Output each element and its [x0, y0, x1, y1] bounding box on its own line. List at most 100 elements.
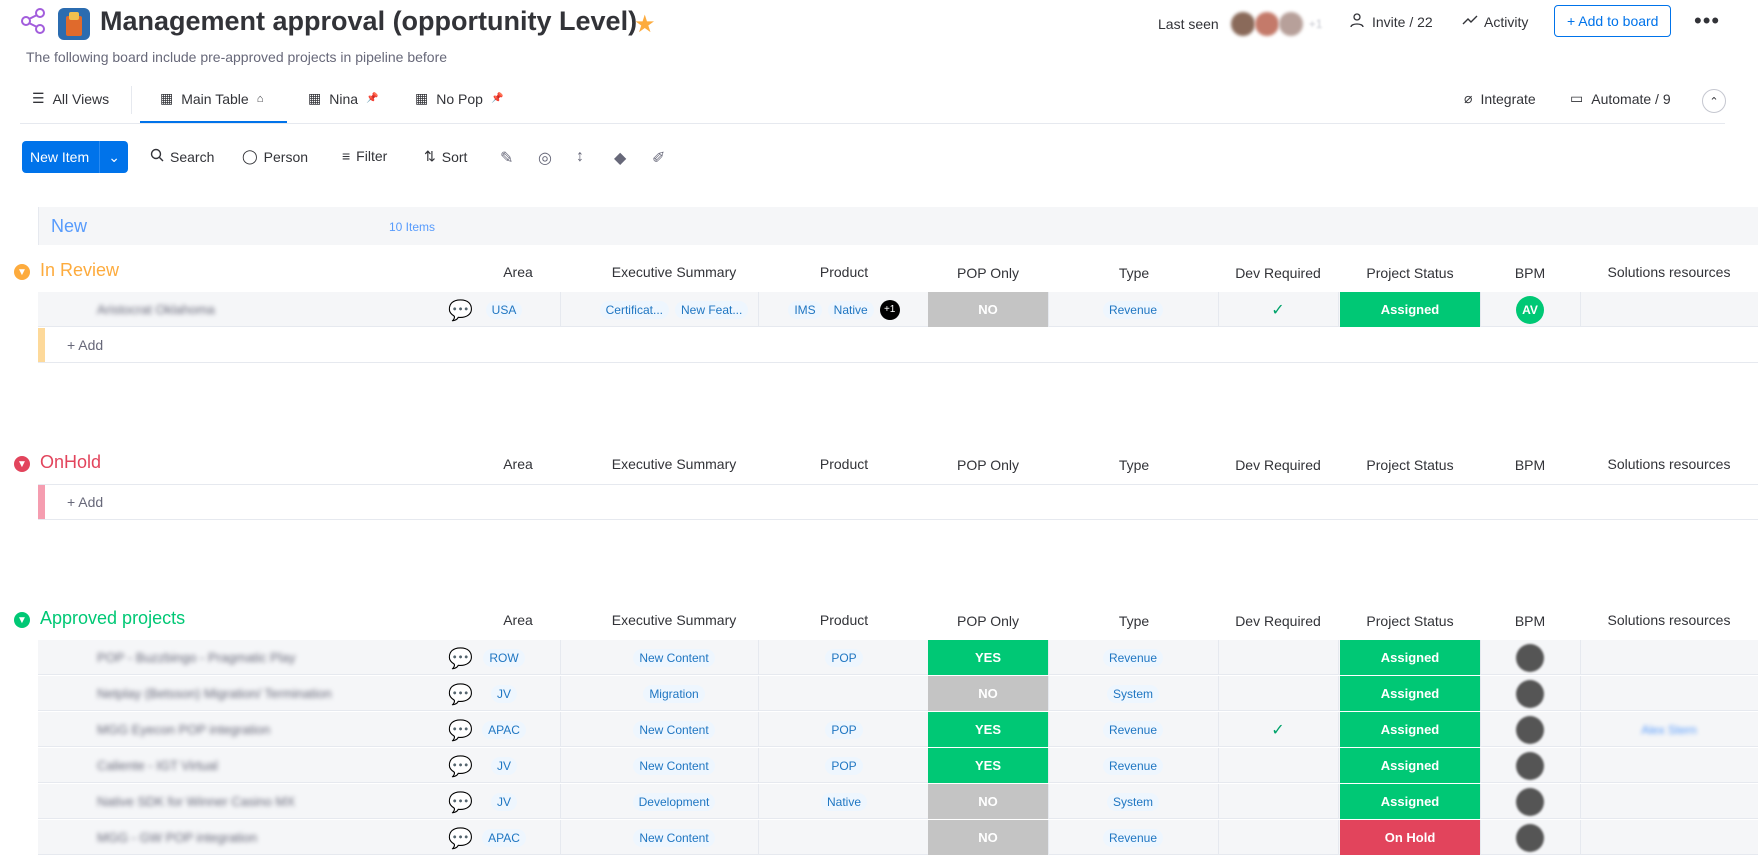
pop-only-cell[interactable]: YES: [928, 640, 1049, 675]
dev-required-cell[interactable]: [1218, 784, 1339, 819]
hide-eye-icon[interactable]: ◎: [538, 148, 552, 168]
pop-only-cell[interactable]: NO: [928, 820, 1049, 855]
solutions-cell[interactable]: [1580, 640, 1758, 675]
area-cell[interactable]: JV: [448, 748, 561, 783]
type-cell[interactable]: Revenue: [1048, 640, 1219, 675]
tab-main-table[interactable]: ▦ Main Table ⌂: [160, 90, 263, 107]
column-header-dev-required[interactable]: Dev Required: [1218, 457, 1338, 473]
collapse-header-icon[interactable]: ⌃: [1702, 89, 1726, 113]
summary-cell[interactable]: New Content: [590, 748, 759, 783]
solutions-cell[interactable]: Alex Stern: [1580, 712, 1758, 747]
group-collapse-icon[interactable]: ▼: [14, 456, 30, 472]
product-cell[interactable]: [760, 676, 929, 711]
type-cell[interactable]: System: [1048, 784, 1219, 819]
type-cell[interactable]: Revenue: [1048, 820, 1219, 855]
product-cell[interactable]: POP: [760, 748, 929, 783]
sort-button[interactable]: ⇅ Sort: [424, 148, 467, 165]
summary-cell[interactable]: Migration: [590, 676, 759, 711]
tab-nina[interactable]: ▦ Nina 📌: [308, 90, 378, 107]
group-new-collapsed[interactable]: New 10 Items: [38, 207, 1758, 245]
color-fill-icon[interactable]: ◆: [614, 148, 626, 168]
solutions-cell[interactable]: [1580, 292, 1758, 327]
type-cell[interactable]: Revenue: [1048, 712, 1219, 747]
area-cell[interactable]: ROW: [448, 640, 561, 675]
product-cell[interactable]: [760, 820, 929, 855]
group-collapse-icon[interactable]: ▼: [14, 612, 30, 628]
item-name[interactable]: Netplay (Betsson) Migration/ Termination: [97, 686, 332, 701]
pop-only-cell[interactable]: YES: [928, 748, 1049, 783]
column-header-type[interactable]: Type: [1050, 457, 1218, 473]
item-name[interactable]: MGG - GW POP integration: [97, 830, 257, 845]
share-icon[interactable]: [20, 8, 46, 39]
column-header-dev-required[interactable]: Dev Required: [1218, 613, 1338, 629]
column-header-product[interactable]: Product: [760, 264, 928, 280]
add-item-row[interactable]: + Add: [38, 328, 1758, 363]
project-status-cell[interactable]: Assigned: [1340, 640, 1481, 675]
column-header-product[interactable]: Product: [760, 456, 928, 472]
column-header-project-status[interactable]: Project Status: [1340, 457, 1480, 473]
dev-required-cell[interactable]: [1218, 820, 1339, 855]
pop-only-cell[interactable]: NO: [928, 292, 1049, 327]
pop-only-cell[interactable]: NO: [928, 676, 1049, 711]
pop-only-cell[interactable]: YES: [928, 712, 1049, 747]
dev-required-cell[interactable]: [1218, 676, 1339, 711]
solutions-cell[interactable]: [1580, 784, 1758, 819]
table-row[interactable]: MGG Eyecon POP integration 💬 APAC New Conte…: [38, 712, 1758, 747]
table-row[interactable]: MGG - GW POP integration 💬 APAC New Content…: [38, 820, 1758, 855]
group-collapse-icon[interactable]: ▼: [14, 264, 30, 280]
automate-button[interactable]: ▭ Automate / 9: [1570, 90, 1671, 107]
product-cell[interactable]: Native: [760, 784, 929, 819]
solutions-cell[interactable]: [1580, 748, 1758, 783]
column-header-area[interactable]: Area: [480, 612, 556, 628]
type-cell[interactable]: System: [1048, 676, 1219, 711]
type-cell[interactable]: Revenue: [1048, 292, 1219, 327]
column-header-pop-only[interactable]: POP Only: [928, 613, 1048, 629]
item-name[interactable]: Caliente - IGT Virtual: [97, 758, 218, 773]
integrate-button[interactable]: ⌀ Integrate: [1464, 90, 1536, 107]
group-title[interactable]: OnHold: [40, 452, 101, 473]
summary-cell[interactable]: New Content: [590, 712, 759, 747]
dev-required-cell[interactable]: [1218, 640, 1339, 675]
table-row[interactable]: Aristocrat Oklahoma 💬 USA Certificat... …: [38, 292, 1758, 327]
add-item-row[interactable]: + Add: [38, 485, 1758, 520]
column-header-executive-summary[interactable]: Executive Summary: [592, 612, 756, 628]
dev-required-cell[interactable]: ✓: [1218, 292, 1339, 327]
activity-button[interactable]: Activity: [1462, 12, 1528, 31]
column-header-bpm[interactable]: BPM: [1480, 265, 1580, 281]
board-emoji-icon[interactable]: [58, 8, 90, 40]
solutions-cell[interactable]: [1580, 676, 1758, 711]
new-item-button[interactable]: New Item ⌄: [22, 141, 129, 173]
bpm-cell[interactable]: [1480, 820, 1581, 855]
chevron-down-icon[interactable]: ⌄: [99, 141, 128, 173]
item-name[interactable]: MGG Eyecon POP integration: [97, 722, 270, 737]
table-row[interactable]: Caliente - IGT Virtual 💬 JV New Content POP Y…: [38, 748, 1758, 783]
table-row[interactable]: Netplay (Betsson) Migration/ Termination…: [38, 676, 1758, 711]
group-title[interactable]: Approved projects: [40, 608, 185, 629]
row-height-icon[interactable]: ↕: [576, 148, 584, 166]
column-header-executive-summary[interactable]: Executive Summary: [592, 456, 756, 472]
area-cell[interactable]: APAC: [448, 712, 561, 747]
add-item-button[interactable]: + Add: [67, 494, 103, 510]
filter-button[interactable]: ≡ Filter: [342, 148, 387, 164]
product-cell[interactable]: IMS Native +1: [760, 292, 929, 327]
area-cell[interactable]: JV: [448, 676, 561, 711]
column-header-area[interactable]: Area: [480, 264, 556, 280]
column-header-bpm[interactable]: BPM: [1480, 457, 1580, 473]
more-tags-badge[interactable]: +1: [879, 299, 900, 320]
bpm-cell[interactable]: [1480, 712, 1581, 747]
summary-cell[interactable]: Certificat... New Feat...: [590, 292, 759, 327]
column-header-pop-only[interactable]: POP Only: [928, 265, 1048, 281]
person-filter-button[interactable]: ◯ Person: [242, 148, 308, 165]
bpm-cell[interactable]: [1480, 640, 1581, 675]
area-cell[interactable]: USA: [448, 292, 561, 327]
project-status-cell[interactable]: Assigned: [1340, 676, 1481, 711]
tab-no-pop[interactable]: ▦ No Pop 📌: [415, 90, 503, 107]
group-title[interactable]: New: [51, 216, 87, 237]
more-options-icon[interactable]: •••: [1694, 8, 1720, 34]
add-to-board-button[interactable]: + Add to board: [1554, 5, 1672, 37]
column-header-solutions-resources[interactable]: Solutions resources: [1580, 612, 1758, 628]
group-title[interactable]: In Review: [40, 260, 119, 281]
star-icon[interactable]: ★: [634, 10, 656, 39]
project-status-cell[interactable]: Assigned: [1340, 292, 1481, 327]
column-header-solutions-resources[interactable]: Solutions resources: [1580, 264, 1758, 280]
